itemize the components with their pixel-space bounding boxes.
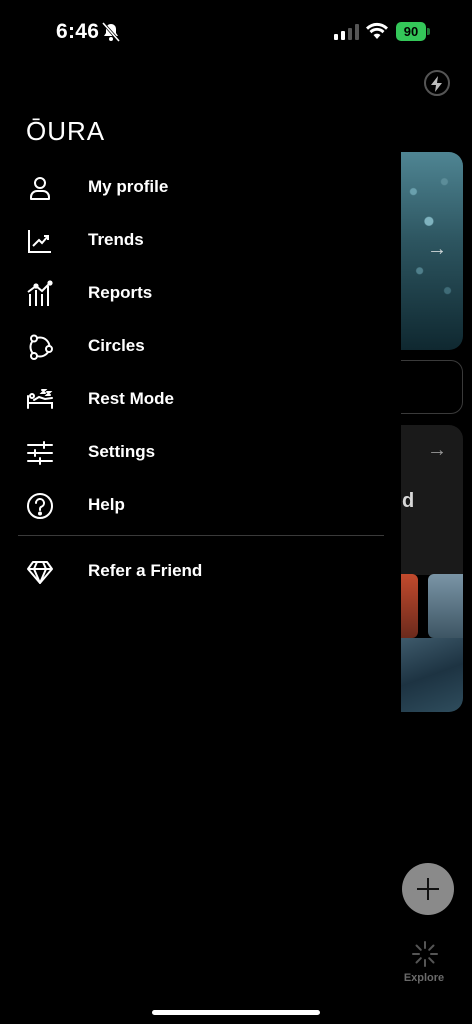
menu-divider <box>18 535 384 536</box>
explore-icon[interactable] <box>411 940 439 973</box>
menu-item-label: Circles <box>88 336 145 355</box>
menu-item-rest-mode[interactable]: Rest Mode <box>0 376 384 422</box>
menu-item-reports[interactable]: Reports <box>0 270 384 316</box>
background-card-image[interactable] <box>401 638 463 712</box>
menu-item-label: Trends <box>88 230 144 249</box>
menu-item-label: Refer a Friend <box>88 561 203 580</box>
background-partial-text: d <box>402 490 415 512</box>
background-tile[interactable] <box>401 574 418 638</box>
bell-muted-icon <box>101 22 121 47</box>
battery-tip <box>427 28 430 35</box>
circles-icon <box>26 333 54 361</box>
menu-item-settings[interactable]: Settings <box>0 429 384 475</box>
arrow-right-icon: → <box>427 238 447 260</box>
battery-indicator: 90 <box>396 22 426 41</box>
background-card-image[interactable]: → <box>401 152 463 350</box>
navigation-drawer: ŌURA My profile Trends Reports Circles R… <box>0 64 400 1024</box>
menu-item-label: My profile <box>88 177 169 196</box>
menu-item-label: Rest Mode <box>88 389 174 408</box>
rest-mode-icon <box>26 386 54 414</box>
lightning-icon[interactable] <box>424 70 450 96</box>
menu-item-label: Help <box>88 495 125 514</box>
trend-chart-icon <box>26 227 54 255</box>
arrow-right-icon: → <box>427 439 447 461</box>
menu-item-my-profile[interactable]: My profile <box>0 164 384 210</box>
person-icon <box>26 174 54 202</box>
cellular-signal-icon <box>334 24 360 45</box>
background-tile[interactable] <box>428 574 463 638</box>
battery-level: 90 <box>403 24 419 39</box>
help-icon <box>26 492 54 520</box>
sliders-icon <box>26 439 54 467</box>
menu-item-circles[interactable]: Circles <box>0 323 384 369</box>
oura-logo: ŌURA <box>26 116 106 146</box>
explore-label: Explore <box>403 972 445 984</box>
status-time: 6:46 <box>56 20 100 43</box>
status-bar: 6:46 90 <box>0 0 472 64</box>
reports-chart-icon <box>26 280 54 308</box>
menu-item-label: Settings <box>88 442 156 461</box>
add-button[interactable] <box>402 863 454 915</box>
diamond-icon <box>26 558 54 586</box>
home-indicator[interactable] <box>152 1010 320 1015</box>
background-card[interactable] <box>401 360 463 414</box>
menu-item-help[interactable]: Help <box>0 482 384 528</box>
menu-item-refer-a-friend[interactable]: Refer a Friend <box>0 548 384 594</box>
wifi-icon <box>366 22 388 45</box>
menu-item-trends[interactable]: Trends <box>0 217 384 263</box>
menu-item-label: Reports <box>88 283 153 302</box>
